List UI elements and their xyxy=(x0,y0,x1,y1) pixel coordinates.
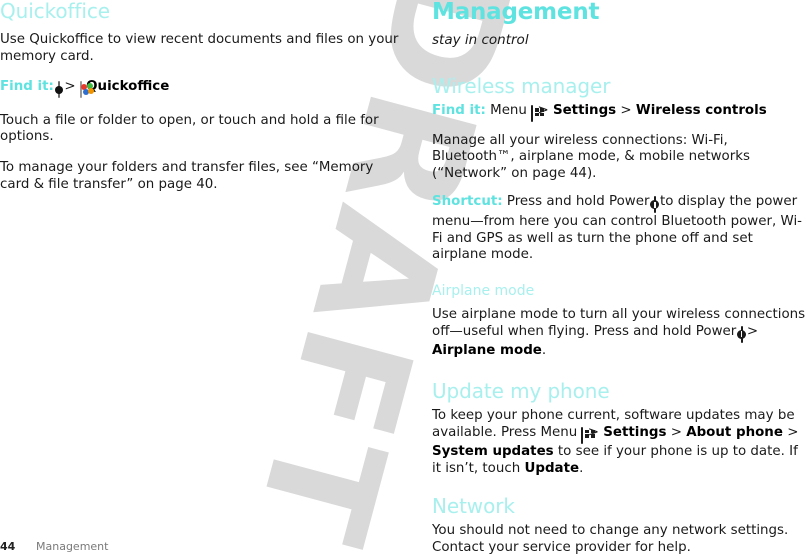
update-target-settings: Settings xyxy=(603,424,667,440)
update-target-update: Update xyxy=(524,460,580,476)
find-it-target-settings: Settings xyxy=(552,103,617,119)
find-it-label: Find it: xyxy=(0,79,54,95)
update-separator-2: > xyxy=(670,424,682,440)
right-column: Management stay in control Wireless mana… xyxy=(432,0,810,557)
chapter-subtitle: stay in control xyxy=(432,32,529,49)
manual-page: DRAFT DRAFT Quickoffice Use Quickoffice … xyxy=(0,0,810,558)
menu-key-icon xyxy=(581,426,595,445)
footer-chapter-name: Management xyxy=(36,540,109,553)
section-heading-quickoffice: Quickoffice xyxy=(0,0,110,23)
update-my-phone-paragraph: To keep your phone current, software upd… xyxy=(432,408,810,477)
find-it-target-wireless-controls: Wireless controls xyxy=(635,103,767,119)
update-target-about-phone: About phone xyxy=(686,424,783,440)
update-separator-3: > xyxy=(787,424,799,440)
wireless-manager-body: Manage all your wireless connections: Wi… xyxy=(432,132,750,181)
network-paragraph: You should not need to change any networ… xyxy=(432,523,789,555)
airplane-mode-paragraph: Use airplane mode to turn all your wirel… xyxy=(432,307,810,360)
wireless-find-it-line: Find it: Menu > Settings > Wireless cont… xyxy=(432,103,810,123)
quickoffice-logo-icon xyxy=(79,81,95,99)
menu-key-icon xyxy=(531,105,545,123)
menu-word: Menu xyxy=(490,103,527,119)
find-it-separator-1: > xyxy=(64,79,76,95)
wireless-shortcut-paragraph: Shortcut: Press and hold Power to displa… xyxy=(432,194,810,263)
section-heading-wireless-manager: Wireless manager xyxy=(432,74,611,99)
chapter-title: Management xyxy=(432,0,600,25)
footer-page-number: 44 xyxy=(0,540,16,553)
quickoffice-paragraph-2: To manage your folders and transfer file… xyxy=(0,159,374,192)
airplane-mode-period: . xyxy=(541,343,547,359)
shortcut-text-part-1: Press and hold Power xyxy=(506,194,650,210)
update-period: . xyxy=(579,460,584,476)
airplane-mode-target: Airplane mode xyxy=(432,343,542,359)
airplane-mode-separator: > xyxy=(746,323,759,339)
power-key-icon xyxy=(653,196,656,214)
left-column: Quickoffice Use Quickoffice to view rece… xyxy=(0,0,400,193)
find-it-target-quickoffice: Quickoffice xyxy=(86,79,170,95)
shortcut-label: Shortcut: xyxy=(432,194,503,210)
section-heading-network: Network xyxy=(432,494,515,519)
home-key-icon xyxy=(58,81,61,99)
quickoffice-paragraph-1: Touch a file or folder to open, or touch… xyxy=(0,112,379,145)
quickoffice-intro-paragraph: Use Quickoffice to view recent documents… xyxy=(0,32,399,64)
section-heading-airplane-mode: Airplane mode xyxy=(432,282,535,299)
find-it-separator-2: > xyxy=(620,103,632,119)
find-it-label: Find it: xyxy=(432,103,486,119)
power-key-icon xyxy=(740,325,743,344)
section-heading-update-my-phone: Update my phone xyxy=(432,378,610,403)
quickoffice-find-it-line: Find it: > Quickoffice xyxy=(0,79,400,99)
page-footer: 44 Management xyxy=(0,540,400,553)
update-target-system-updates: System updates xyxy=(432,444,554,460)
